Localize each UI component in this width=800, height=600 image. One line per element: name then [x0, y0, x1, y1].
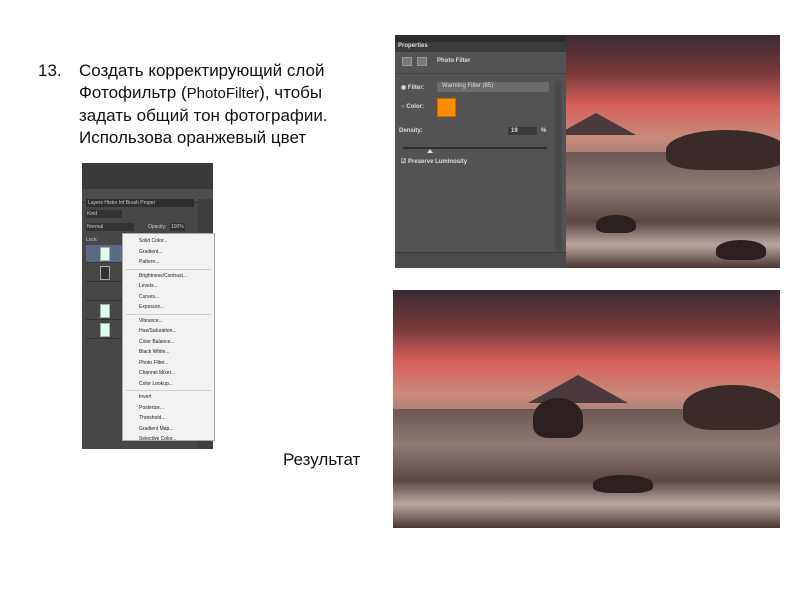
menu-item[interactable]: Brightness/Contrast... [123, 271, 214, 282]
menu-separator [126, 313, 211, 315]
density-slider[interactable] [403, 147, 547, 149]
percent-label: % [541, 128, 547, 134]
menu-item[interactable]: Curves... [123, 292, 214, 303]
menu-item[interactable]: Solid Color... [123, 236, 214, 247]
layer-row[interactable] [86, 245, 122, 263]
adjustment-menu: Solid Color... Gradient... Pattern... Brigh… [122, 233, 215, 442]
blend-mode-select[interactable]: Normal [86, 223, 134, 231]
step-number: 13. [38, 61, 62, 80]
layer-thumbnail [100, 304, 110, 318]
filter-select[interactable]: Warming Filter (85) [437, 82, 549, 92]
menu-item[interactable]: Levels... [123, 281, 214, 292]
layer-thumbnail [100, 247, 110, 261]
adjustment-icon [402, 57, 412, 66]
filter-radio[interactable]: ◉ Filter: [401, 84, 425, 91]
layer-thumbnail [100, 266, 110, 280]
menu-item[interactable]: Threshold... [123, 413, 214, 424]
scrollbar[interactable] [555, 81, 562, 251]
step-line: Создать корректирующий слой [79, 61, 325, 80]
layer-thumbnail [100, 323, 110, 337]
panel-footer-icons [395, 252, 566, 268]
menu-item[interactable]: Black White... [123, 347, 214, 358]
layer-row[interactable] [86, 321, 122, 339]
menu-separator [126, 390, 211, 391]
step-line: Использова оранжевый цвет [79, 128, 307, 147]
tab-properties[interactable]: Properties [395, 42, 566, 52]
menu-item[interactable]: Hue/Saturation... [123, 326, 214, 337]
panel-tabs[interactable]: Layers Histor Inf Brush Proper [86, 199, 194, 207]
preserve-luminosity-checkbox[interactable]: ☑ Preserve Luminosity [401, 158, 467, 165]
color-swatch[interactable] [437, 98, 456, 117]
density-label: Density: [399, 128, 423, 134]
menu-separator [126, 268, 211, 270]
lock-label: Lock: [86, 237, 98, 243]
result-label: Результат [283, 450, 361, 469]
panel-topbar [395, 35, 566, 42]
menu-item[interactable]: Color Lookup... [123, 379, 214, 390]
layer-row[interactable] [86, 302, 122, 320]
step-line: задать общий тон фотографии. [79, 106, 328, 125]
menu-item[interactable]: Vibrance... [123, 316, 214, 327]
photo-preview [566, 35, 780, 268]
menu-item[interactable]: Selective Color... [123, 434, 214, 445]
density-input[interactable]: 19 [508, 127, 537, 135]
menu-item[interactable]: Invert [123, 392, 214, 403]
menu-item[interactable]: Exposure... [123, 302, 214, 313]
density-slider-handle[interactable] [427, 149, 434, 153]
menu-item[interactable]: Pattern... [123, 257, 214, 268]
title-bar [82, 163, 213, 189]
menu-item[interactable]: Posterize... [123, 403, 214, 414]
layer-row[interactable] [86, 264, 122, 282]
properties-panel: Properties Photo Filter ◉ Filter: Warmin… [395, 35, 566, 268]
layer-row[interactable] [86, 283, 122, 301]
opacity-input[interactable]: 100% [170, 223, 185, 231]
menu-item[interactable]: Gradient Map... [123, 424, 214, 435]
menu-item[interactable]: Color Balance... [123, 337, 214, 348]
color-radio[interactable]: ○ Color: [401, 104, 424, 110]
result-photo [393, 290, 780, 528]
opacity-label: Opacity: [148, 224, 167, 230]
step-line: Фотофильтр (PhotoFilter), чтобы [79, 83, 323, 102]
mask-icon [417, 57, 427, 66]
kind-filter[interactable]: Kind [86, 210, 122, 218]
menu-item[interactable]: Channel Mixer... [123, 368, 214, 379]
menu-item[interactable]: Gradient... [123, 247, 214, 258]
menu-item[interactable]: Photo Filter... [123, 358, 214, 369]
